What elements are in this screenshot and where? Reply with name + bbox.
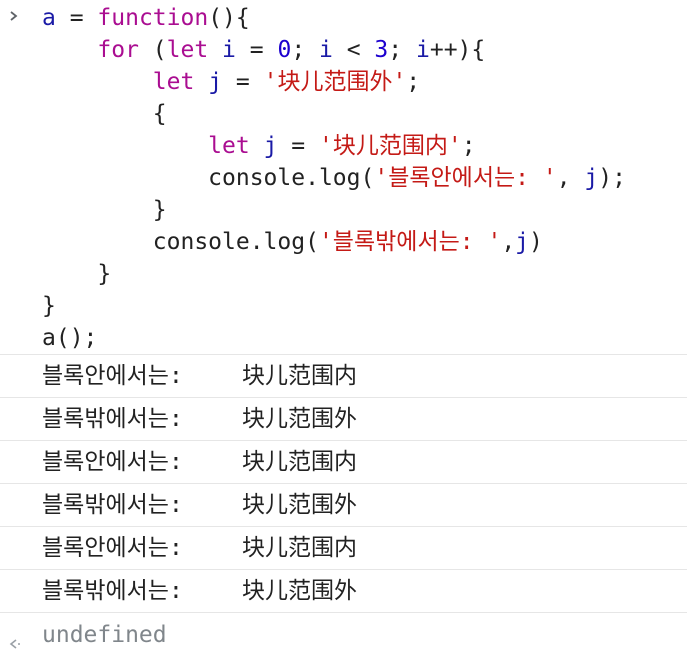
code-token: let — [152, 69, 195, 95]
code-token: for — [97, 37, 139, 63]
code-token: let — [208, 133, 250, 159]
code-token: } — [152, 197, 167, 223]
code-token: } — [42, 293, 56, 319]
log-label: 블록밖에서는: — [42, 406, 183, 432]
log-entry: 블록안에서는: 块儿范围内 — [0, 440, 687, 483]
log-label: 블록안에서는: — [42, 363, 183, 389]
code-token: console.log( — [208, 165, 375, 191]
result-value: undefined — [42, 622, 167, 648]
code-token: j — [208, 69, 223, 95]
log-value: 块儿范围内 — [242, 535, 357, 561]
code-line-3: let j = '块儿范围外'; — [0, 66, 687, 98]
log-value: 块儿范围内 — [242, 449, 357, 475]
log-value: 块儿范围外 — [242, 406, 357, 432]
code-token: ; — [461, 133, 476, 159]
code-token: ; — [291, 37, 320, 63]
log-entry: 블록안에서는: 块儿范围内 — [0, 354, 687, 397]
log-entry: 블록밖에서는: 块儿范围外 — [0, 483, 687, 526]
code-token: ); — [598, 165, 626, 191]
code-token: 0 — [277, 37, 292, 63]
code-token: ; — [388, 37, 416, 63]
code-token: , — [556, 165, 585, 191]
code-token: function — [97, 5, 209, 31]
log-label: 블록밖에서는: — [42, 578, 183, 604]
code-token: '블록안에서는: ' — [374, 165, 557, 191]
code-token: , — [501, 229, 516, 255]
return-arrow-icon — [6, 625, 22, 649]
code-line-11: a(); — [0, 322, 687, 354]
code-token: let — [166, 37, 209, 63]
code-token: ++){ — [429, 37, 486, 63]
code-line-6: console.log('블록안에서는: ', j); — [0, 162, 687, 194]
devtools-console: a = function(){ for (let i = 0; i < 3; i… — [0, 0, 687, 666]
code-token: '블록밖에서는: ' — [318, 229, 502, 255]
code-token: = — [222, 69, 264, 95]
code-token: j — [584, 165, 599, 191]
code-token: = — [277, 133, 319, 159]
code-line-7: } — [0, 194, 687, 226]
log-label: 블록안에서는: — [42, 535, 183, 561]
log-value: 块儿范围外 — [242, 578, 357, 604]
log-label: 블록밖에서는: — [42, 492, 183, 518]
code-token: i — [415, 37, 430, 63]
code-token: ; — [406, 69, 421, 95]
code-token: ( — [138, 37, 167, 63]
log-label: 블록안에서는: — [42, 449, 183, 475]
code-line-5: let j = '块儿范围内'; — [0, 130, 687, 162]
code-token: '块儿范围内' — [318, 133, 462, 159]
code-token: i — [319, 37, 333, 63]
code-token: < — [332, 37, 375, 63]
log-entry: 블록안에서는: 块儿范围内 — [0, 526, 687, 569]
log-value: 块儿范围外 — [242, 492, 357, 518]
code-token: { — [152, 101, 167, 127]
code-line-10: } — [0, 290, 687, 322]
code-token: j — [263, 133, 278, 159]
code-token: '块儿范围外' — [263, 69, 407, 95]
code-token: a(); — [42, 325, 98, 351]
log-value: 块儿范围内 — [242, 363, 357, 389]
code-line-9: } — [0, 258, 687, 290]
code-token: 3 — [374, 37, 389, 63]
console-input-entry[interactable]: a = function(){ for (let i = 0; i < 3; i… — [0, 0, 687, 354]
code-line-4: { — [0, 98, 687, 130]
code-token: = — [235, 37, 278, 63]
code-token: j — [515, 229, 530, 255]
code-token: a — [42, 5, 56, 31]
code-token: ) — [529, 229, 543, 255]
code-line-2: for (let i = 0; i < 3; i++){ — [0, 34, 687, 66]
code-token: i — [222, 37, 236, 63]
code-token: } — [97, 261, 112, 287]
code-line-1: a = function(){ — [0, 2, 687, 34]
log-entry: 블록밖에서는: 块儿范围外 — [0, 397, 687, 440]
console-result: undefined — [0, 612, 687, 656]
log-entry: 블록밖에서는: 块儿范围外 — [0, 569, 687, 612]
code-token: (){ — [208, 5, 250, 31]
code-line-8: console.log('블록밖에서는: ',j) — [0, 226, 687, 258]
code-token: console.log( — [152, 229, 319, 255]
code-token: = — [55, 5, 98, 31]
